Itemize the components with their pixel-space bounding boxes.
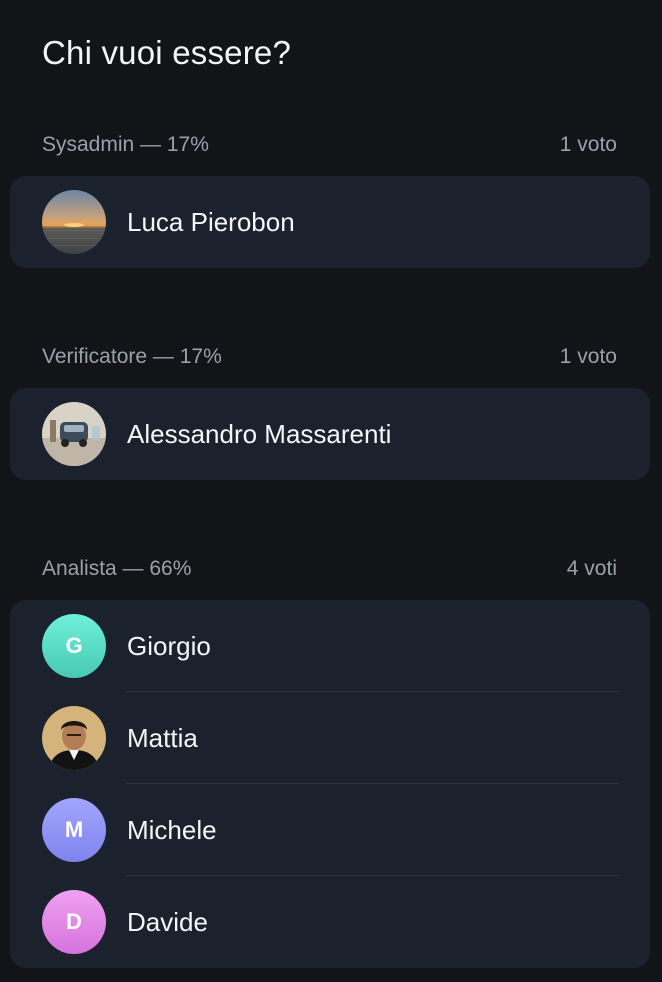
- avatar-initial: G: [65, 633, 83, 658]
- voter-row[interactable]: Mattia: [10, 692, 650, 784]
- option-header-analista: Analista — 66% 4 voti: [42, 557, 617, 581]
- option-label: Sysadmin — 17%: [42, 133, 209, 156]
- voter-row[interactable]: Luca Pierobon: [10, 176, 650, 268]
- avatar: G: [42, 614, 106, 678]
- avatar: D: [42, 890, 106, 954]
- voter-name: Luca Pierobon: [127, 206, 295, 237]
- voter-row[interactable]: G Giorgio: [10, 600, 650, 692]
- voter-name: Davide: [127, 906, 208, 937]
- option-header-sysadmin: Sysadmin — 17% 1 voto: [42, 133, 617, 157]
- voters-card-analista: G Giorgio Mattia M Michele D Davide: [10, 600, 650, 968]
- option-vote-count: 1 voto: [559, 345, 617, 368]
- voter-row[interactable]: D Davide: [10, 876, 650, 968]
- voters-card-sysadmin: Luca Pierobon: [10, 176, 650, 268]
- avatar: M: [42, 798, 106, 862]
- avatar: [42, 706, 106, 770]
- option-vote-count: 4 voti: [566, 557, 617, 580]
- option-header-verificatore: Verificatore — 17% 1 voto: [42, 345, 617, 369]
- voter-name: Michele: [127, 814, 217, 845]
- voters-card-verificatore: Alessandro Massarenti: [10, 388, 650, 480]
- voter-name: Giorgio: [127, 630, 211, 661]
- voter-name: Alessandro Massarenti: [127, 418, 392, 449]
- avatar-initial: M: [64, 817, 84, 842]
- option-label: Verificatore — 17%: [42, 345, 222, 368]
- avatar: [42, 190, 106, 254]
- avatar-initial: D: [66, 909, 82, 934]
- poll-title: Chi vuoi essere?: [42, 34, 291, 71]
- voter-row[interactable]: Alessandro Massarenti: [10, 388, 650, 480]
- voter-row[interactable]: M Michele: [10, 784, 650, 876]
- option-label: Analista — 66%: [42, 557, 192, 580]
- option-vote-count: 1 voto: [559, 133, 617, 156]
- voter-name: Mattia: [127, 722, 198, 753]
- avatar: [42, 402, 106, 466]
